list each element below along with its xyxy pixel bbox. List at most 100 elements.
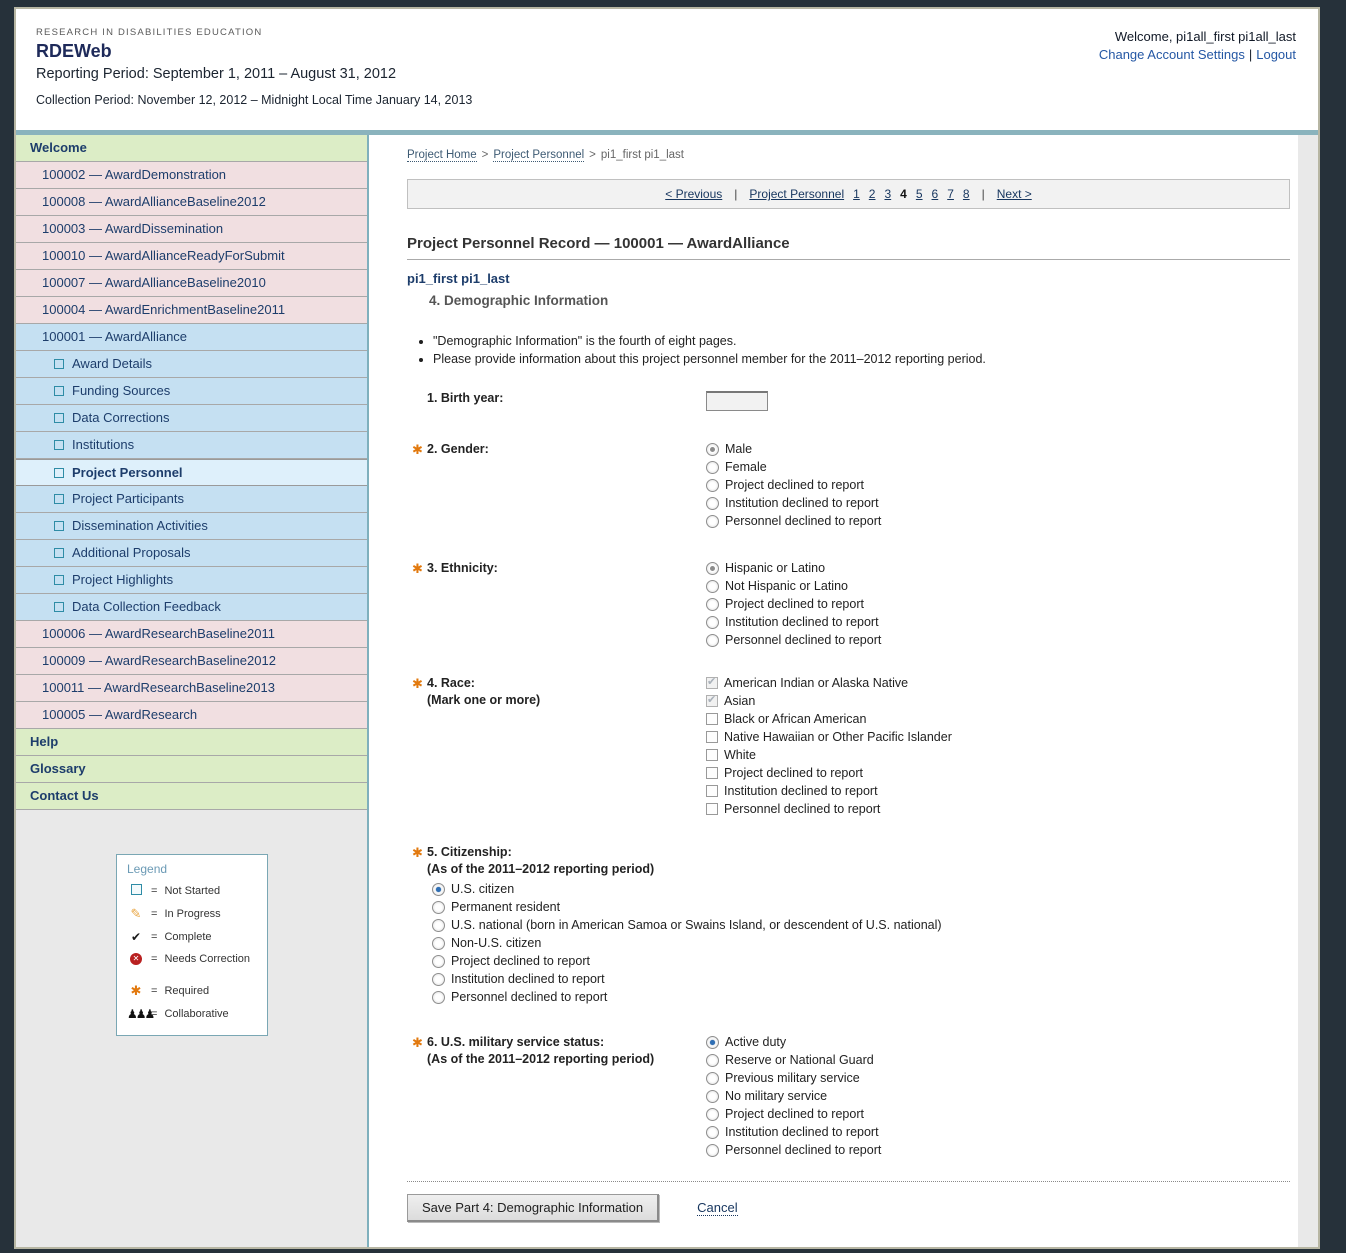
radio-button-icon[interactable] [432, 883, 445, 896]
option-label[interactable]: Institution declined to report [725, 615, 879, 629]
option-row[interactable]: Non-U.S. citizen [432, 936, 1290, 950]
option-label[interactable]: Hispanic or Latino [725, 561, 825, 575]
radio-button-icon[interactable] [706, 1054, 719, 1067]
checkbox-icon[interactable] [706, 767, 718, 779]
radio-button-icon[interactable] [432, 991, 445, 1004]
pagination-page-link[interactable]: 3 [884, 187, 891, 201]
option-label[interactable]: Project declined to report [725, 597, 864, 611]
sidebar-item[interactable]: 100008 — AwardAllianceBaseline2012 [16, 189, 367, 216]
option-row[interactable]: American Indian or Alaska Native [706, 676, 1290, 690]
sidebar-item[interactable]: Contact Us [16, 783, 367, 810]
checkbox-icon[interactable] [706, 695, 718, 707]
option-row[interactable]: Active duty [706, 1035, 1290, 1049]
option-label[interactable]: U.S. citizen [451, 882, 514, 896]
sidebar-item[interactable]: Data Collection Feedback [16, 594, 367, 621]
sidebar-item[interactable]: Dissemination Activities [16, 513, 367, 540]
change-account-settings-link[interactable]: Change Account Settings [1099, 47, 1245, 62]
checkbox-icon[interactable] [706, 677, 718, 689]
radio-button-icon[interactable] [706, 1126, 719, 1139]
logout-link[interactable]: Logout [1256, 47, 1296, 62]
sidebar-item[interactable]: 100010 — AwardAllianceReadyForSubmit [16, 243, 367, 270]
option-label[interactable]: Personnel declined to report [725, 514, 881, 528]
pagination-page-link[interactable]: 7 [947, 187, 954, 201]
option-label[interactable]: Personnel declined to report [451, 990, 607, 1004]
sidebar-item[interactable]: 100007 — AwardAllianceBaseline2010 [16, 270, 367, 297]
pagination-page-link[interactable]: 6 [932, 187, 939, 201]
option-row[interactable]: Institution declined to report [706, 784, 1290, 798]
option-row[interactable]: Not Hispanic or Latino [706, 579, 1290, 593]
option-label[interactable]: Project declined to report [451, 954, 590, 968]
project-personnel-pages-link[interactable]: Project Personnel [749, 187, 844, 201]
option-label[interactable]: Active duty [725, 1035, 786, 1049]
option-row[interactable]: Personnel declined to report [706, 514, 1290, 528]
radio-button-icon[interactable] [706, 497, 719, 510]
pagination-page-link[interactable]: 8 [963, 187, 970, 201]
radio-button-icon[interactable] [432, 937, 445, 950]
option-label[interactable]: Personnel declined to report [724, 802, 880, 816]
option-label[interactable]: Non-U.S. citizen [451, 936, 541, 950]
radio-button-icon[interactable] [432, 973, 445, 986]
checkbox-icon[interactable] [706, 749, 718, 761]
sidebar-item[interactable]: Institutions [16, 432, 367, 459]
sidebar-item[interactable]: Data Corrections [16, 405, 367, 432]
pagination-page-link[interactable]: 2 [869, 187, 876, 201]
radio-button-icon[interactable] [706, 1072, 719, 1085]
checkbox-icon[interactable] [706, 713, 718, 725]
option-label[interactable]: Not Hispanic or Latino [725, 579, 848, 593]
option-row[interactable]: White [706, 748, 1290, 762]
sidebar-item[interactable]: 100001 — AwardAlliance [16, 324, 367, 351]
sidebar-item[interactable]: 100009 — AwardResearchBaseline2012 [16, 648, 367, 675]
pagination-page-link[interactable]: 1 [853, 187, 860, 201]
checkbox-icon[interactable] [706, 785, 718, 797]
option-label[interactable]: Previous military service [725, 1071, 860, 1085]
option-row[interactable]: Native Hawaiian or Other Pacific Islande… [706, 730, 1290, 744]
radio-button-icon[interactable] [706, 479, 719, 492]
radio-button-icon[interactable] [706, 580, 719, 593]
sidebar-item[interactable]: Help [16, 729, 367, 756]
radio-button-icon[interactable] [432, 955, 445, 968]
option-label[interactable]: No military service [725, 1089, 827, 1103]
sidebar-item[interactable]: Project Highlights [16, 567, 367, 594]
checkbox-icon[interactable] [706, 803, 718, 815]
pagination-page-link[interactable]: 5 [916, 187, 923, 201]
radio-button-icon[interactable] [706, 562, 719, 575]
option-label[interactable]: Native Hawaiian or Other Pacific Islande… [724, 730, 952, 744]
option-row[interactable]: Personnel declined to report [706, 633, 1290, 647]
previous-page-link[interactable]: < Previous [665, 187, 722, 201]
option-row[interactable]: Institution declined to report [706, 496, 1290, 510]
sidebar-item[interactable]: 100006 — AwardResearchBaseline2011 [16, 621, 367, 648]
option-row[interactable]: Male [706, 442, 1290, 456]
radio-button-icon[interactable] [706, 634, 719, 647]
sidebar-item[interactable]: Project Participants [16, 486, 367, 513]
option-row[interactable]: Institution declined to report [706, 1125, 1290, 1139]
option-label[interactable]: Institution declined to report [724, 784, 878, 798]
option-row[interactable]: U.S. national (born in American Samoa or… [432, 918, 1290, 932]
option-label[interactable]: White [724, 748, 756, 762]
sidebar-item[interactable]: Welcome [16, 135, 367, 162]
option-row[interactable]: Project declined to report [706, 766, 1290, 780]
option-row[interactable]: Black or African American [706, 712, 1290, 726]
option-row[interactable]: Previous military service [706, 1071, 1290, 1085]
radio-button-icon[interactable] [706, 515, 719, 528]
sidebar-item[interactable]: 100003 — AwardDissemination [16, 216, 367, 243]
breadcrumb-project-personnel-link[interactable]: Project Personnel [493, 149, 584, 162]
radio-button-icon[interactable] [706, 461, 719, 474]
option-row[interactable]: Personnel declined to report [706, 1143, 1290, 1157]
cancel-link[interactable]: Cancel [697, 1200, 737, 1216]
option-label[interactable]: American Indian or Alaska Native [724, 676, 908, 690]
sidebar-item[interactable]: Award Details [16, 351, 367, 378]
option-label[interactable]: Reserve or National Guard [725, 1053, 874, 1067]
option-row[interactable]: Personnel declined to report [706, 802, 1290, 816]
option-row[interactable]: Project declined to report [706, 597, 1290, 611]
option-label[interactable]: Institution declined to report [725, 1125, 879, 1139]
sidebar-item[interactable]: 100002 — AwardDemonstration [16, 162, 367, 189]
option-row[interactable]: Project declined to report [706, 1107, 1290, 1121]
option-row[interactable]: Female [706, 460, 1290, 474]
option-label[interactable]: Permanent resident [451, 900, 560, 914]
sidebar-item[interactable]: Project Personnel [16, 459, 367, 486]
option-row[interactable]: Project declined to report [432, 954, 1290, 968]
option-label[interactable]: Male [725, 442, 752, 456]
option-row[interactable]: Hispanic or Latino [706, 561, 1290, 575]
option-label[interactable]: Institution declined to report [725, 496, 879, 510]
option-row[interactable]: Asian [706, 694, 1290, 708]
